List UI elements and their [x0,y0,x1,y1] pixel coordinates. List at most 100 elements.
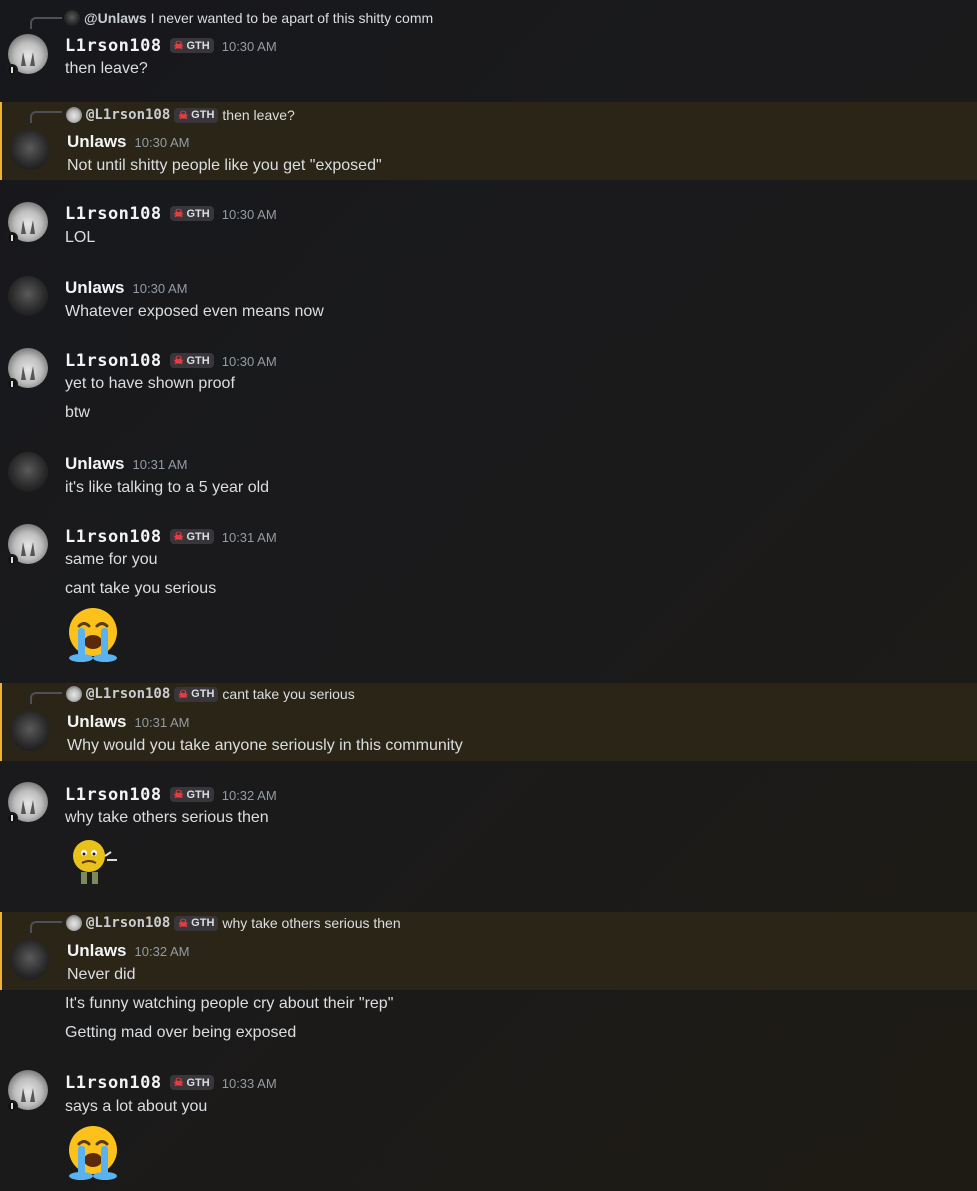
server-tag[interactable]: ☠ GTH [174,686,219,702]
reply-connector [30,17,62,29]
username[interactable]: L1rson108 [65,204,162,224]
status-icon [6,232,18,244]
timestamp: 10:30 AM [221,39,277,54]
message: L1rson108 ☠ GTH 10:32 AM why take others … [0,780,977,900]
message-text: Whatever exposed even means now [65,303,324,320]
timestamp: 10:32 AM [134,944,190,959]
avatar[interactable] [10,711,50,751]
username[interactable]: Unlaws [65,278,125,298]
message-text: Never did [67,966,136,983]
username[interactable]: L1rson108 [65,36,162,56]
message: L1rson108 ☠ GTH 10:30 AM yet to have show… [0,346,977,436]
avatar[interactable] [10,940,50,980]
username[interactable]: L1rson108 [65,1073,162,1093]
avatar[interactable] [8,452,48,492]
avatar[interactable] [10,130,50,170]
reply-avatar [66,686,82,702]
reply-author[interactable]: @Unlaws [84,10,147,26]
reply-connector [30,111,62,123]
reply-author[interactable]: @L1rson108 [86,915,170,931]
username[interactable]: L1rson108 [65,785,162,805]
status-icon [6,1100,18,1112]
message-text: same for you [65,551,158,568]
reply-avatar [64,10,80,26]
username[interactable]: Unlaws [65,454,125,474]
username[interactable]: L1rson108 [65,351,162,371]
reply-connector [30,921,62,933]
reply-text: cant take you serious [222,686,355,702]
shrugging-smiley-icon[interactable] [65,836,121,892]
status-icon [6,378,18,390]
skull-icon: ☠ [178,688,189,701]
username[interactable]: Unlaws [67,712,127,732]
bunny-icon [21,800,35,814]
reply-avatar [66,107,82,123]
skull-icon: ☠ [173,208,184,220]
message: Unlaws 10:30 AM Whatever exposed even me… [0,274,977,334]
message-mention: @L1rson108 ☠ GTH why take others serious … [0,912,977,990]
skull-icon: ☠ [178,917,189,930]
username[interactable]: L1rson108 [65,527,162,547]
server-tag[interactable]: ☠ GTH [174,915,219,931]
timestamp: 10:31 AM [134,715,190,730]
bunny-icon [21,220,35,234]
timestamp: 10:31 AM [132,457,188,472]
skull-icon: ☠ [173,40,184,52]
server-tag[interactable]: ☠ GTH [169,787,214,802]
username[interactable]: Unlaws [67,132,127,152]
reply-connector [30,692,62,704]
reply-preview[interactable]: @L1rson108 ☠ GTH cant take you serious [66,685,355,703]
message-text: yet to have shown proof [65,375,235,392]
message-text: Why would you take anyone seriously in t… [67,737,463,754]
status-icon [6,812,18,824]
server-tag[interactable]: ☠ GTH [169,38,214,53]
server-tag[interactable]: ☠ GTH [169,529,214,544]
timestamp: 10:30 AM [221,207,277,222]
message: L1rson108 ☠ GTH 10:33 AM says a lot about… [0,1068,977,1188]
timestamp: 10:31 AM [221,530,277,545]
message-text: then leave? [65,60,148,77]
loudly-crying-face-icon[interactable] [65,606,121,662]
message-text: why take others serious then [65,809,269,826]
status-icon [6,554,18,566]
loudly-crying-face-icon[interactable] [65,1124,121,1180]
server-tag[interactable]: ☠ GTH [169,1075,214,1090]
message: @Unlaws I never wanted to be apart of th… [0,8,977,98]
bunny-icon [21,1088,35,1102]
timestamp: 10:30 AM [221,354,277,369]
chat-log: @Unlaws I never wanted to be apart of th… [0,0,977,1191]
reply-author[interactable]: @L1rson108 [86,107,170,123]
message: L1rson108 ☠ GTH 10:30 AM LOL [0,200,977,260]
skull-icon: ☠ [173,531,184,543]
message-mention: @L1rson108 ☠ GTH cant take you serious Un… [0,683,977,761]
server-tag[interactable]: ☠ GTH [174,107,219,123]
message-text: Not until shitty people like you get "ex… [67,157,382,174]
timestamp: 10:32 AM [221,788,277,803]
message: L1rson108 ☠ GTH 10:31 AM same for you can… [0,522,977,672]
timestamp: 10:30 AM [134,135,190,150]
message-text: btw [65,404,90,421]
reply-preview[interactable]: @L1rson108 ☠ GTH then leave? [66,106,295,124]
reply-author[interactable]: @L1rson108 [86,686,170,702]
reply-preview[interactable]: @Unlaws I never wanted to be apart of th… [64,9,433,27]
message: Unlaws 10:31 AM it's like talking to a 5… [0,450,977,510]
message-mention: @L1rson108 ☠ GTH then leave? Unlaws 10:30… [0,102,977,180]
bunny-icon [21,366,35,380]
skull-icon: ☠ [178,109,189,122]
message-text: Getting mad over being exposed [65,1024,297,1041]
skull-icon: ☠ [173,789,184,801]
username[interactable]: Unlaws [67,941,127,961]
avatar[interactable] [8,276,48,316]
bunny-icon [21,542,35,556]
reply-preview[interactable]: @L1rson108 ☠ GTH why take others serious … [66,914,401,932]
message-text: it's like talking to a 5 year old [65,479,270,496]
message-text: says a lot about you [65,1098,208,1115]
bunny-icon [21,52,35,66]
skull-icon: ☠ [173,1077,184,1089]
server-tag[interactable]: ☠ GTH [169,206,214,221]
reply-text: why take others serious then [222,915,401,931]
skull-icon: ☠ [173,355,184,367]
timestamp: 10:30 AM [132,281,188,296]
server-tag[interactable]: ☠ GTH [169,353,214,368]
message-text: LOL [65,229,96,246]
